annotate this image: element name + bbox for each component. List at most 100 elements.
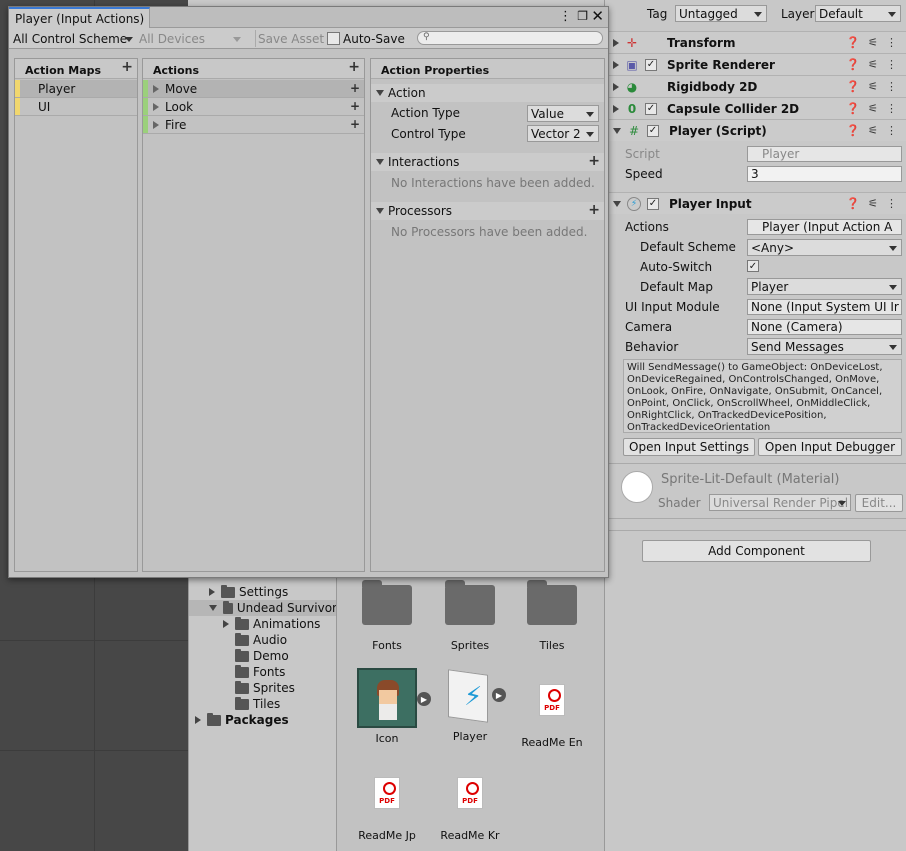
add-binding-button[interactable]: + bbox=[350, 81, 360, 95]
control-type-label: Control Type bbox=[391, 127, 466, 141]
more-options-icon[interactable]: ⋮ bbox=[559, 9, 572, 24]
tree-item[interactable]: Sprites bbox=[189, 680, 337, 696]
enabled-checkbox[interactable]: ✓ bbox=[647, 197, 659, 210]
default-map-dropdown[interactable]: Player bbox=[747, 278, 902, 295]
component-actions[interactable]: ❓ ⚟ ⋮ bbox=[846, 80, 897, 93]
actions-header: Actions + bbox=[143, 59, 364, 79]
asset-icon[interactable]: ▶ Icon bbox=[347, 668, 431, 745]
open-input-settings-button[interactable]: Open Input Settings bbox=[623, 438, 755, 456]
actions-field[interactable]: Player (Input Action A bbox=[747, 219, 902, 235]
layer-dropdown[interactable]: Default bbox=[815, 5, 901, 22]
auto-save-checkbox[interactable] bbox=[327, 32, 340, 45]
open-input-debugger-button[interactable]: Open Input Debugger bbox=[758, 438, 902, 456]
asset-readme-jp[interactable]: PDF ReadMe Jp bbox=[347, 777, 427, 842]
sprite-renderer-icon: ▣ bbox=[626, 57, 638, 72]
save-asset-button[interactable]: Save Asset bbox=[255, 30, 324, 47]
close-icon[interactable]: ✕ bbox=[591, 7, 604, 25]
asset-readme-kr[interactable]: PDF ReadMe Kr bbox=[430, 777, 510, 842]
help-icon: ❓ bbox=[846, 102, 861, 115]
tree-item[interactable]: Packages bbox=[189, 712, 337, 728]
tree-item[interactable]: Demo bbox=[189, 648, 337, 664]
component-actions[interactable]: ❓ ⚟ ⋮ bbox=[846, 124, 897, 137]
window-tab[interactable]: Player (Input Actions) bbox=[9, 7, 150, 29]
add-binding-button[interactable]: + bbox=[350, 99, 360, 113]
folder-icon bbox=[235, 632, 249, 646]
default-scheme-dropdown[interactable]: <Any> bbox=[747, 239, 902, 256]
add-processor-button[interactable]: + bbox=[588, 202, 600, 218]
action-type-dropdown[interactable]: Value bbox=[527, 105, 599, 122]
component-actions[interactable]: ❓ ⚟ ⋮ bbox=[846, 197, 897, 210]
search-input[interactable]: ⚲ bbox=[417, 31, 603, 45]
component-sprite-renderer[interactable]: ▣ ✓ Sprite Renderer ❓ ⚟ ⋮ bbox=[605, 53, 906, 75]
action-item-move[interactable]: Move + bbox=[143, 80, 364, 98]
interactions-section-header[interactable]: Interactions + bbox=[371, 153, 604, 171]
add-interaction-button[interactable]: + bbox=[588, 153, 600, 169]
action-map-item-player[interactable]: Player bbox=[15, 80, 137, 98]
chevron-right-icon[interactable] bbox=[195, 716, 201, 724]
auto-switch-checkbox[interactable]: ✓ bbox=[747, 260, 759, 272]
input-actions-icon: ⚡ ▶ bbox=[442, 668, 506, 724]
component-player-script[interactable]: # ✓ Player (Script) ❓ ⚟ ⋮ bbox=[605, 119, 906, 141]
behavior-label: Behavior bbox=[625, 340, 679, 354]
asset-sprites-folder[interactable]: Sprites bbox=[430, 580, 510, 652]
chevron-right-icon[interactable] bbox=[209, 588, 215, 596]
add-component-button[interactable]: Add Component bbox=[642, 540, 871, 562]
add-action-map-button[interactable]: + bbox=[121, 59, 133, 75]
control-type-dropdown[interactable]: Vector 2 bbox=[527, 125, 599, 142]
asset-player[interactable]: ⚡ ▶ Player bbox=[430, 668, 510, 743]
asset-label: ReadMe Kr bbox=[440, 829, 500, 842]
actions-label: Actions bbox=[625, 220, 669, 234]
transform-icon: ✛ bbox=[626, 35, 638, 50]
action-section-header[interactable]: Action bbox=[371, 84, 604, 102]
asset-tiles-folder[interactable]: Tiles bbox=[512, 580, 592, 652]
tree-item[interactable]: Settings bbox=[189, 584, 337, 600]
chevron-right-icon[interactable] bbox=[223, 620, 229, 628]
component-actions[interactable]: ❓ ⚟ ⋮ bbox=[846, 36, 897, 49]
camera-field[interactable]: None (Camera) bbox=[747, 319, 902, 335]
devices-dropdown[interactable]: All Devices bbox=[139, 30, 244, 47]
chevron-down-icon[interactable] bbox=[209, 605, 217, 611]
action-item-fire[interactable]: Fire + bbox=[143, 116, 364, 134]
tree-item[interactable]: Tiles bbox=[189, 696, 337, 712]
speed-field[interactable]: 3 bbox=[747, 166, 902, 182]
chevron-down-icon bbox=[125, 37, 133, 42]
component-capsule-collider-2d[interactable]: 0 ✓ Capsule Collider 2D ❓ ⚟ ⋮ bbox=[605, 97, 906, 119]
asset-fonts-folder[interactable]: Fonts bbox=[347, 580, 427, 652]
ui-input-module-label: UI Input Module bbox=[625, 300, 720, 314]
character-sprite-icon: ▶ bbox=[357, 668, 431, 728]
tree-item[interactable]: Animations bbox=[189, 616, 337, 632]
tag-dropdown[interactable]: Untagged bbox=[675, 5, 767, 22]
add-binding-button[interactable]: + bbox=[350, 117, 360, 131]
component-player-input[interactable]: ⚡ ✓ Player Input ❓ ⚟ ⋮ bbox=[605, 192, 906, 214]
asset-readme-en[interactable]: PDF ReadMe En bbox=[512, 684, 592, 749]
behavior-dropdown[interactable]: Send Messages bbox=[747, 338, 902, 355]
action-map-item-ui[interactable]: UI bbox=[15, 98, 137, 116]
control-scheme-dropdown[interactable]: All Control Scheme bbox=[13, 30, 133, 47]
component-actions[interactable]: ❓ ⚟ ⋮ bbox=[846, 58, 897, 71]
tree-item-label: Fonts bbox=[253, 665, 286, 679]
tree-item[interactable]: Audio bbox=[189, 632, 337, 648]
map-color-bar bbox=[15, 98, 20, 115]
more-icon: ⋮ bbox=[886, 124, 897, 137]
enabled-checkbox[interactable]: ✓ bbox=[645, 102, 657, 115]
shader-dropdown[interactable]: Universal Render Pipel bbox=[709, 494, 851, 511]
component-actions[interactable]: ❓ ⚟ ⋮ bbox=[846, 102, 897, 115]
enabled-checkbox[interactable]: ✓ bbox=[645, 58, 657, 71]
component-rigidbody-2d[interactable]: ◕ Rigidbody 2D ❓ ⚟ ⋮ bbox=[605, 75, 906, 97]
tree-item[interactable]: Fonts bbox=[189, 664, 337, 680]
component-transform[interactable]: ✛ Transform ❓ ⚟ ⋮ bbox=[605, 31, 906, 53]
edit-shader-button[interactable]: Edit... bbox=[855, 494, 903, 512]
default-scheme-label: Default Scheme bbox=[640, 240, 736, 254]
action-item-look[interactable]: Look + bbox=[143, 98, 364, 116]
pdf-icon: PDF bbox=[457, 777, 483, 809]
processors-section-header[interactable]: Processors + bbox=[371, 202, 604, 220]
enabled-checkbox[interactable]: ✓ bbox=[647, 124, 659, 137]
tree-item[interactable]: Undead Survivor bbox=[189, 600, 337, 616]
folder-icon bbox=[221, 584, 235, 598]
ui-input-module-field[interactable]: None (Input System UI Ir bbox=[747, 299, 902, 315]
action-map-label: UI bbox=[38, 99, 51, 114]
add-action-button[interactable]: + bbox=[348, 59, 360, 75]
maximize-icon[interactable]: ❐ bbox=[577, 9, 588, 23]
help-icon: ❓ bbox=[846, 36, 861, 49]
settings-sliders-icon: ⚟ bbox=[868, 58, 878, 71]
